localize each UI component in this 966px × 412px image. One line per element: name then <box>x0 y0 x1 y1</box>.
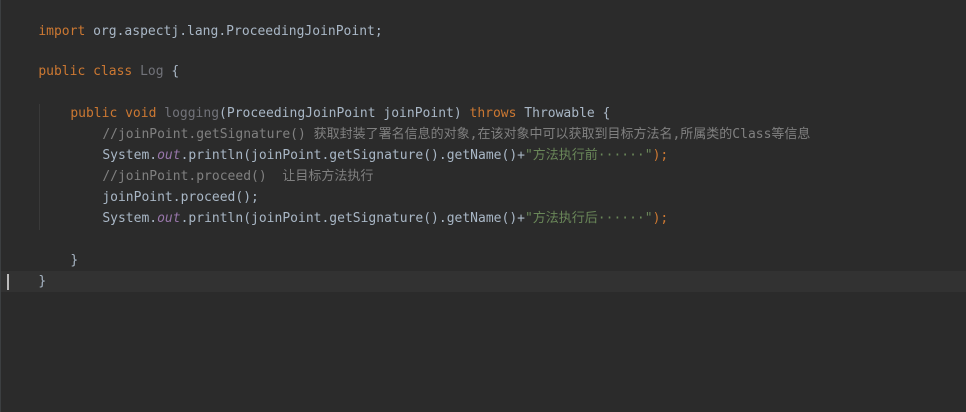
code-editor[interactable]: import org.aspectj.lang.ProceedingJoinPo… <box>0 0 966 412</box>
out-field: out <box>157 211 181 226</box>
method-close-brace: } <box>70 253 79 268</box>
keyword-public: public <box>38 64 86 79</box>
code-line-12[interactable]: } <box>39 229 78 268</box>
current-line-highlight <box>1 271 966 292</box>
keyword-class: class <box>93 64 133 79</box>
string-literal: "方法执行前······" <box>524 148 653 163</box>
code-line-13[interactable]: } <box>7 250 46 289</box>
code-line-5[interactable]: public void logging(ProceedingJoinPoint … <box>39 82 610 121</box>
keyword-import: import <box>38 24 86 39</box>
code-line-8[interactable]: //joinPoint.proceed() 让目标方法执行 <box>71 145 373 184</box>
println-call: .println(joinPoint.getSignature().getNam… <box>180 211 525 226</box>
text-caret <box>7 274 9 290</box>
code-line-3[interactable]: public class Log { <box>7 40 179 79</box>
code-line-9[interactable]: joinPoint.proceed(); <box>71 166 259 205</box>
code-line-6[interactable]: //joinPoint.getSignature() 获取封装了署名信息的对象,… <box>71 103 810 142</box>
code-line-1[interactable]: import org.aspectj.lang.ProceedingJoinPo… <box>7 0 382 39</box>
import-path: org.aspectj.lang.ProceedingJoinPoint; <box>85 24 383 39</box>
string-literal: "方法执行后······" <box>524 211 653 226</box>
code-line-7[interactable]: System.out.println(joinPoint.getSignatur… <box>71 124 668 163</box>
class-name: Log <box>140 64 164 79</box>
class-close-brace: } <box>38 274 47 289</box>
class-open-brace: { <box>163 64 180 79</box>
statement-end: ); <box>652 211 669 226</box>
statement-end: ); <box>652 148 669 163</box>
system-ref: System. <box>102 211 158 226</box>
code-line-10[interactable]: System.out.println(joinPoint.getSignatur… <box>71 187 668 226</box>
